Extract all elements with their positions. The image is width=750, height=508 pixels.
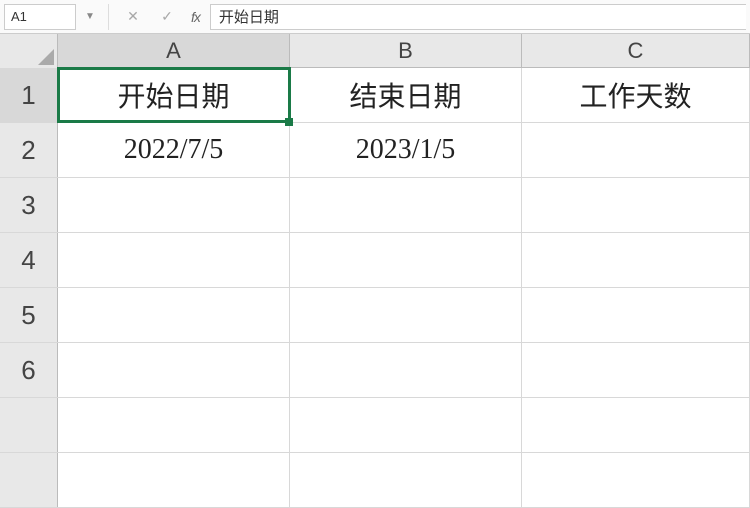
name-box-dropdown-icon[interactable]: ▼ [82, 11, 98, 22]
cell-C4[interactable] [522, 233, 750, 287]
cell-C6[interactable] [522, 343, 750, 397]
row-4: 4 [0, 233, 750, 288]
cell-C7[interactable] [522, 398, 750, 452]
row-2: 2 2022/7/5 2023/1/5 [0, 123, 750, 178]
cell-A1[interactable]: 开始日期 [58, 68, 290, 122]
cell-B2[interactable]: 2023/1/5 [290, 123, 522, 177]
column-header-C[interactable]: C [522, 34, 750, 67]
cell-B4[interactable] [290, 233, 522, 287]
cell-C5[interactable] [522, 288, 750, 342]
row-7 [0, 398, 750, 453]
row-header-5[interactable]: 5 [0, 288, 58, 342]
cell-B5[interactable] [290, 288, 522, 342]
cell-B6[interactable] [290, 343, 522, 397]
cell-A7[interactable] [58, 398, 290, 452]
divider [108, 4, 109, 30]
select-all-corner[interactable] [0, 34, 58, 68]
cell-C8[interactable] [522, 453, 750, 507]
cell-B8[interactable] [290, 453, 522, 507]
row-header-4[interactable]: 4 [0, 233, 58, 287]
column-header-A[interactable]: A [58, 34, 290, 67]
cell-C2[interactable] [522, 123, 750, 177]
cell-A3[interactable] [58, 178, 290, 232]
cell-A8[interactable] [58, 453, 290, 507]
row-header-6[interactable]: 6 [0, 343, 58, 397]
column-headers: A B C [0, 34, 750, 68]
formula-input[interactable]: 开始日期 [210, 4, 746, 30]
formula-bar: A1 ▼ ✕ ✓ fx 开始日期 [0, 0, 750, 34]
fx-icon[interactable]: fx [187, 9, 204, 25]
cell-A6[interactable] [58, 343, 290, 397]
row-header-8[interactable] [0, 453, 58, 507]
confirm-icon[interactable]: ✓ [153, 4, 181, 30]
cell-A2[interactable]: 2022/7/5 [58, 123, 290, 177]
name-box[interactable]: A1 [4, 4, 76, 30]
cell-B1[interactable]: 结束日期 [290, 68, 522, 122]
spreadsheet-grid: A B C 1 开始日期 结束日期 工作天数 2 2022/7/5 2023/1… [0, 34, 750, 508]
row-6: 6 [0, 343, 750, 398]
row-5: 5 [0, 288, 750, 343]
column-header-B[interactable]: B [290, 34, 522, 67]
row-3: 3 [0, 178, 750, 233]
row-1: 1 开始日期 结束日期 工作天数 [0, 68, 750, 123]
row-header-3[interactable]: 3 [0, 178, 58, 232]
cell-B7[interactable] [290, 398, 522, 452]
row-header-1[interactable]: 1 [0, 68, 58, 122]
cell-C3[interactable] [522, 178, 750, 232]
formula-input-value: 开始日期 [219, 6, 279, 27]
cell-A5[interactable] [58, 288, 290, 342]
cell-C1[interactable]: 工作天数 [522, 68, 750, 122]
row-header-7[interactable] [0, 398, 58, 452]
cancel-icon[interactable]: ✕ [119, 4, 147, 30]
cell-B3[interactable] [290, 178, 522, 232]
cell-A4[interactable] [58, 233, 290, 287]
name-box-value: A1 [11, 9, 27, 24]
grid-body: 1 开始日期 结束日期 工作天数 2 2022/7/5 2023/1/5 3 4… [0, 68, 750, 508]
row-header-2[interactable]: 2 [0, 123, 58, 177]
